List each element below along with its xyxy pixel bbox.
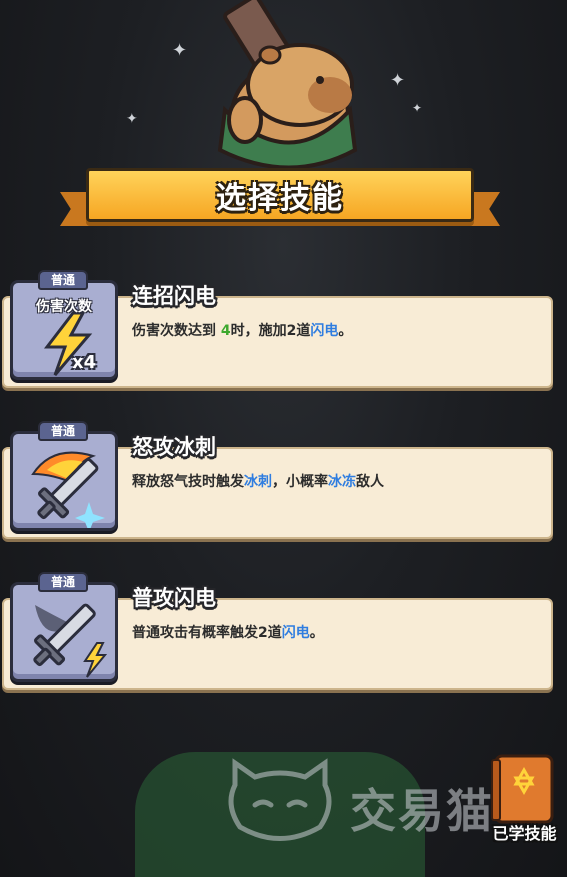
skill-card-rage-ice-spike[interactable]: 普通 怒攻冰刺 释放怒气技时触发冰刺，小概率冰冻敌人 [0, 421, 556, 546]
sword-lightning-icon [10, 582, 118, 682]
watermark-text: 交易猫 [350, 784, 494, 838]
banner-plate: 选择技能 [86, 168, 474, 222]
spellbook-icon [491, 754, 554, 824]
icon-count: x4 [72, 352, 97, 373]
lightning-icon [10, 280, 118, 380]
skill-description: 伤害次数达到 4时，施加2道闪电。 [132, 323, 353, 339]
skill-description: 普通攻击有概率触发2道闪电。 [132, 625, 324, 641]
skill-name: 普攻闪电 [132, 586, 216, 610]
skill-name: 连招闪电 [132, 284, 216, 308]
rarity-badge: 普通 [38, 572, 88, 592]
skill-name: 怒攻冰刺 [132, 435, 216, 459]
flaming-sword-icon [10, 431, 118, 531]
icon-caption: 伤害次数 [36, 299, 92, 315]
sparkle-icon: ✦ [412, 101, 423, 115]
skill-description: 释放怒气技时触发冰刺，小概率冰冻敌人 [132, 474, 384, 490]
skill-card-chain-lightning[interactable]: 普通 伤害次数 x4 连招闪电 伤害次数达到 4时，施加2道闪电。 [0, 270, 556, 395]
learned-skills-label: 已学技能 [492, 824, 557, 843]
rarity-badge: 普通 [38, 421, 88, 441]
title-banner: 选择技能 [60, 164, 500, 234]
sparkle-icon: ✦ [390, 70, 406, 91]
sparkle-icon: ✦ [126, 111, 138, 127]
hero-character [150, 0, 430, 175]
rarity-badge: 普通 [38, 270, 88, 290]
learned-skills-button[interactable]: 已学技能 [482, 748, 567, 848]
sparkle-icon: ✦ [172, 40, 188, 61]
skill-card-basic-lightning[interactable]: 普通 普攻闪电 普通攻击有概率触发2道闪电。 [0, 572, 556, 697]
page-title: 选择技能 [216, 181, 344, 216]
